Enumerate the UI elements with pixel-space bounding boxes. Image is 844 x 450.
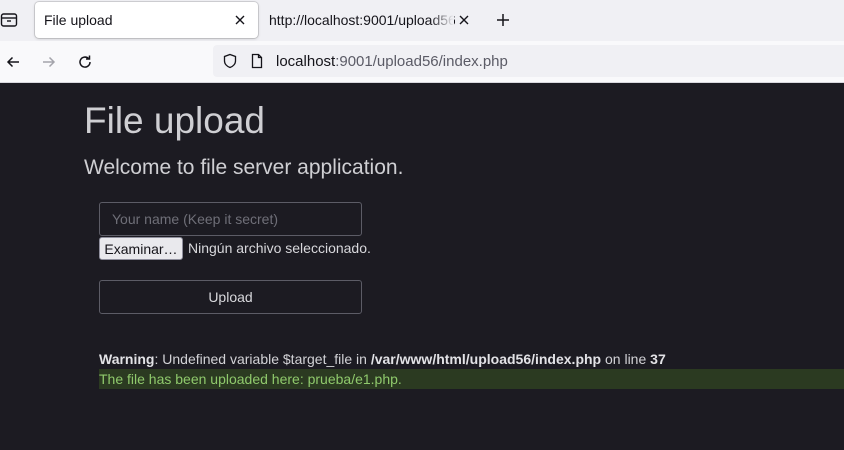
name-input[interactable] — [99, 202, 362, 236]
warning-line-text: on line — [601, 351, 651, 367]
tab-file-upload[interactable]: File upload — [35, 2, 258, 38]
reload-icon[interactable] — [75, 52, 95, 72]
upload-button[interactable]: Upload — [99, 280, 362, 314]
url-host: localhost — [276, 53, 336, 70]
success-message: The file has been uploaded here: prueba/… — [99, 369, 844, 389]
file-status-text: Ningún archivo seleccionado. — [188, 240, 371, 256]
success-text: The file has been uploaded here: prueba/… — [99, 371, 402, 387]
tab-strip: File upload http://localhost:9001/upload… — [0, 0, 844, 41]
warning-line-number: 37 — [650, 351, 666, 367]
forward-arrow-icon[interactable] — [39, 52, 59, 72]
browse-file-button[interactable]: Examinar… — [99, 237, 183, 260]
tab-title: File upload — [44, 12, 113, 28]
url-path: :9001/upload56/index.php — [335, 53, 508, 70]
close-icon[interactable] — [455, 11, 473, 29]
welcome-text: Welcome to file server application. — [84, 156, 404, 179]
php-warning: Warning: Undefined variable $target_file… — [99, 351, 666, 367]
tab-title: http://localhost:9001/upload56/index.php — [269, 12, 455, 28]
page-content: File upload Welcome to file server appli… — [0, 83, 844, 450]
navigation-bar: localhost:9001/upload56/index.php — [0, 41, 844, 83]
warning-label: Warning — [99, 351, 155, 367]
back-arrow-icon[interactable] — [3, 52, 23, 72]
tab-localhost[interactable]: http://localhost:9001/upload56/index.php — [259, 2, 480, 38]
warning-path: /var/www/html/upload56/index.php — [370, 351, 602, 367]
page-title: File upload — [84, 100, 266, 141]
shield-icon[interactable] — [222, 53, 238, 74]
tab-list-icon[interactable] — [0, 11, 18, 29]
address-bar[interactable]: localhost:9001/upload56/index.php — [213, 45, 844, 77]
close-icon[interactable] — [231, 11, 249, 29]
new-tab-icon[interactable] — [493, 10, 513, 30]
page-icon[interactable] — [249, 53, 265, 74]
url-text[interactable]: localhost:9001/upload56/index.php — [276, 53, 508, 70]
tab-title-fade — [430, 2, 454, 38]
warning-message: : Undefined variable $target_file in — [154, 351, 371, 367]
